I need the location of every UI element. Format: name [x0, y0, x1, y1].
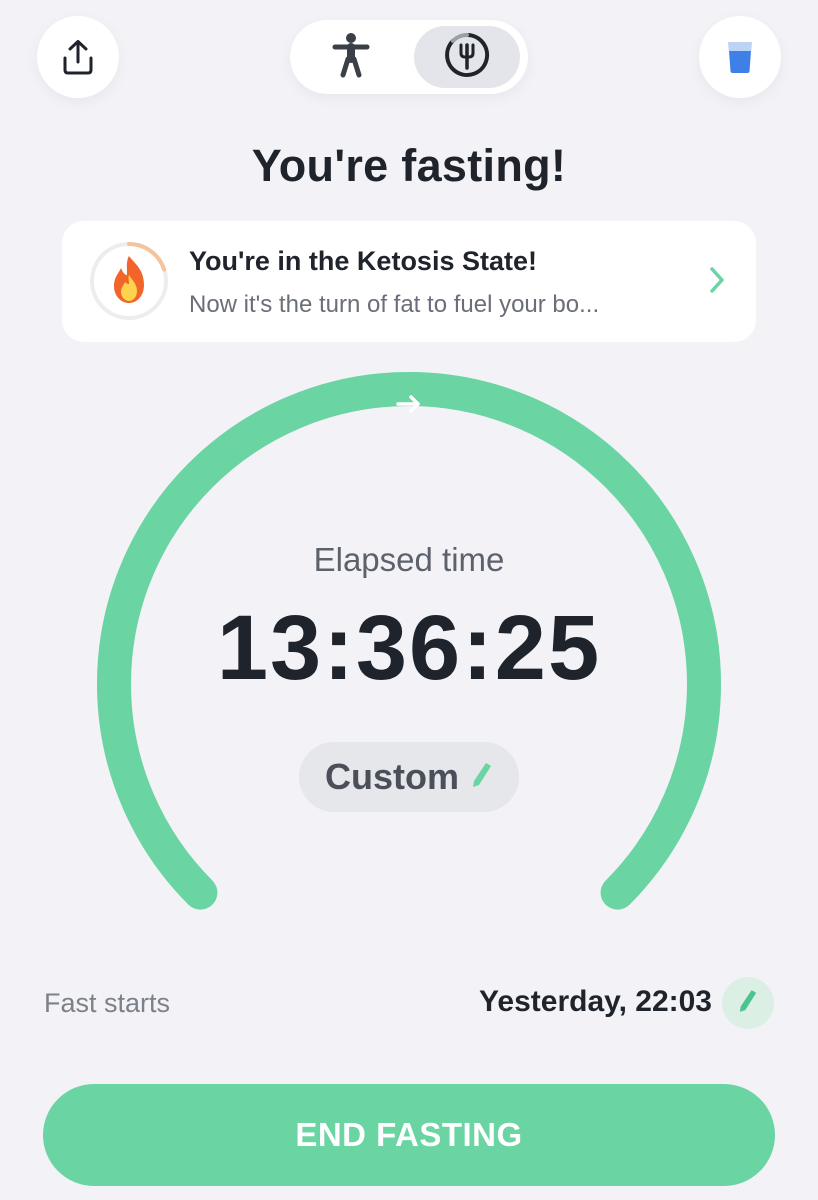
elapsed-time-value: 13:36:25 [216, 597, 602, 699]
edit-start-time-button[interactable] [722, 977, 774, 1029]
fasting-plan-button[interactable]: Custom [299, 742, 519, 812]
pencil-icon [738, 988, 758, 1019]
end-fasting-button[interactable]: END FASTING [43, 1084, 775, 1186]
elapsed-time-label: Elapsed time [313, 541, 505, 578]
fast-starts-value: Yesterday, 22:03 [479, 985, 712, 1018]
pencil-icon [471, 761, 493, 794]
plan-label: Custom [325, 756, 459, 797]
fast-starts-label: Fast starts [44, 988, 171, 1018]
